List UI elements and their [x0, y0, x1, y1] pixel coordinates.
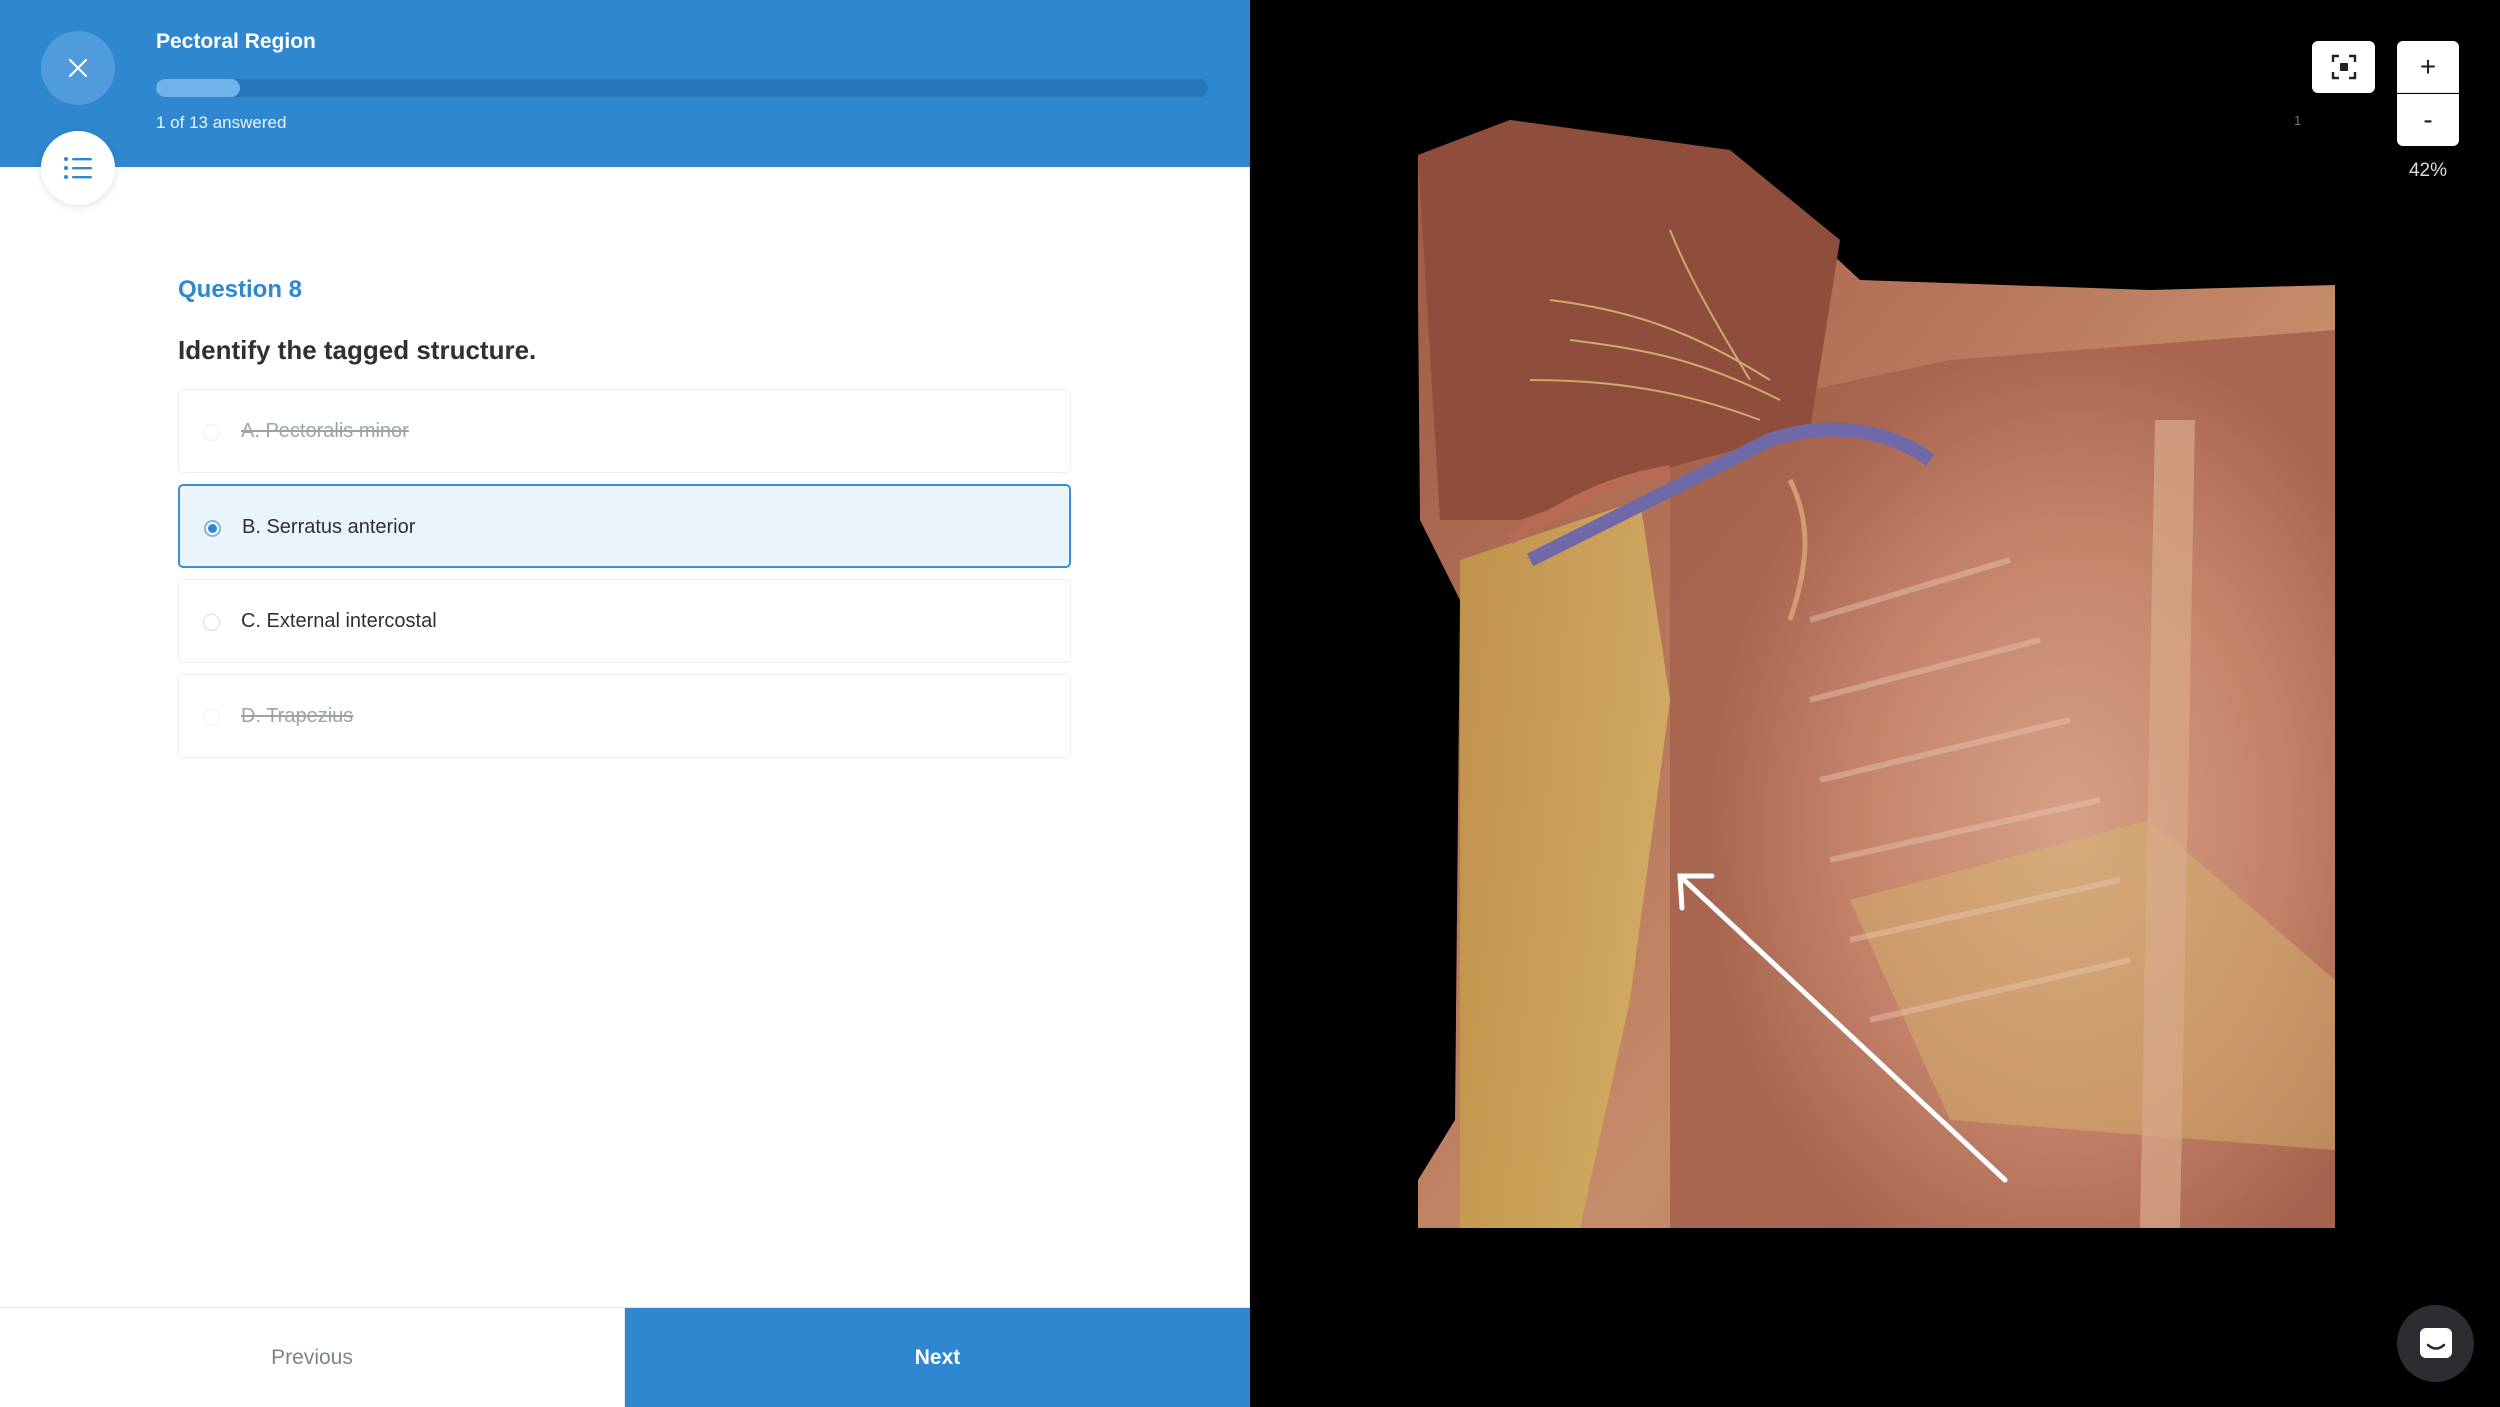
close-button[interactable] [41, 31, 115, 105]
answer-label: A. Pectoralis minor [241, 419, 409, 442]
question-list-button[interactable] [41, 131, 115, 205]
answer-option-c[interactable]: C. External intercostal [178, 579, 1071, 663]
quiz-header: Pectoral Region 1 of 13 answered [0, 0, 1250, 167]
question-panel: Pectoral Region 1 of 13 answered Questio… [0, 0, 1250, 1407]
navigation-footer: Previous Next [0, 1307, 1250, 1407]
list-icon [64, 157, 92, 179]
answer-options: A. Pectoralis minor B. Serratus anterior… [178, 389, 1071, 769]
answer-option-b[interactable]: B. Serratus anterior [178, 484, 1071, 568]
progress-fill [156, 79, 241, 97]
fullscreen-button[interactable] [2312, 41, 2375, 93]
radio-button[interactable] [203, 424, 220, 441]
answer-option-d[interactable]: D. Trapezius [178, 674, 1071, 758]
previous-button[interactable]: Previous [0, 1308, 625, 1407]
zoom-level: 42% [2408, 160, 2448, 181]
close-icon [68, 58, 88, 78]
chat-button[interactable] [2397, 1305, 2474, 1382]
answer-option-a[interactable]: A. Pectoralis minor [178, 389, 1071, 473]
question-number: Question 8 [178, 276, 303, 303]
radio-button[interactable] [203, 614, 220, 631]
answer-label: B. Serratus anterior [242, 515, 416, 538]
quiz-screen: Pectoral Region 1 of 13 answered Questio… [0, 0, 2500, 1407]
radio-button[interactable] [204, 520, 221, 537]
fullscreen-icon [2331, 54, 2356, 80]
radio-button[interactable] [203, 709, 220, 726]
zoom-in-button[interactable]: + [2397, 41, 2459, 93]
answer-label: D. Trapezius [241, 704, 354, 727]
image-viewer: 1 + - 42% [1250, 0, 2500, 1407]
question-prompt: Identify the tagged structure. [178, 335, 537, 365]
progress-bar [156, 79, 1208, 97]
answer-label: C. External intercostal [241, 609, 437, 632]
quiz-title: Pectoral Region [156, 30, 316, 53]
specimen-image[interactable] [1250, 0, 2500, 1407]
next-button[interactable]: Next [625, 1308, 1250, 1407]
zoom-out-button[interactable]: - [2397, 94, 2459, 146]
page-indicator: 1 [2294, 113, 2302, 128]
progress-text: 1 of 13 answered [156, 113, 287, 132]
chat-icon [2419, 1327, 2452, 1358]
